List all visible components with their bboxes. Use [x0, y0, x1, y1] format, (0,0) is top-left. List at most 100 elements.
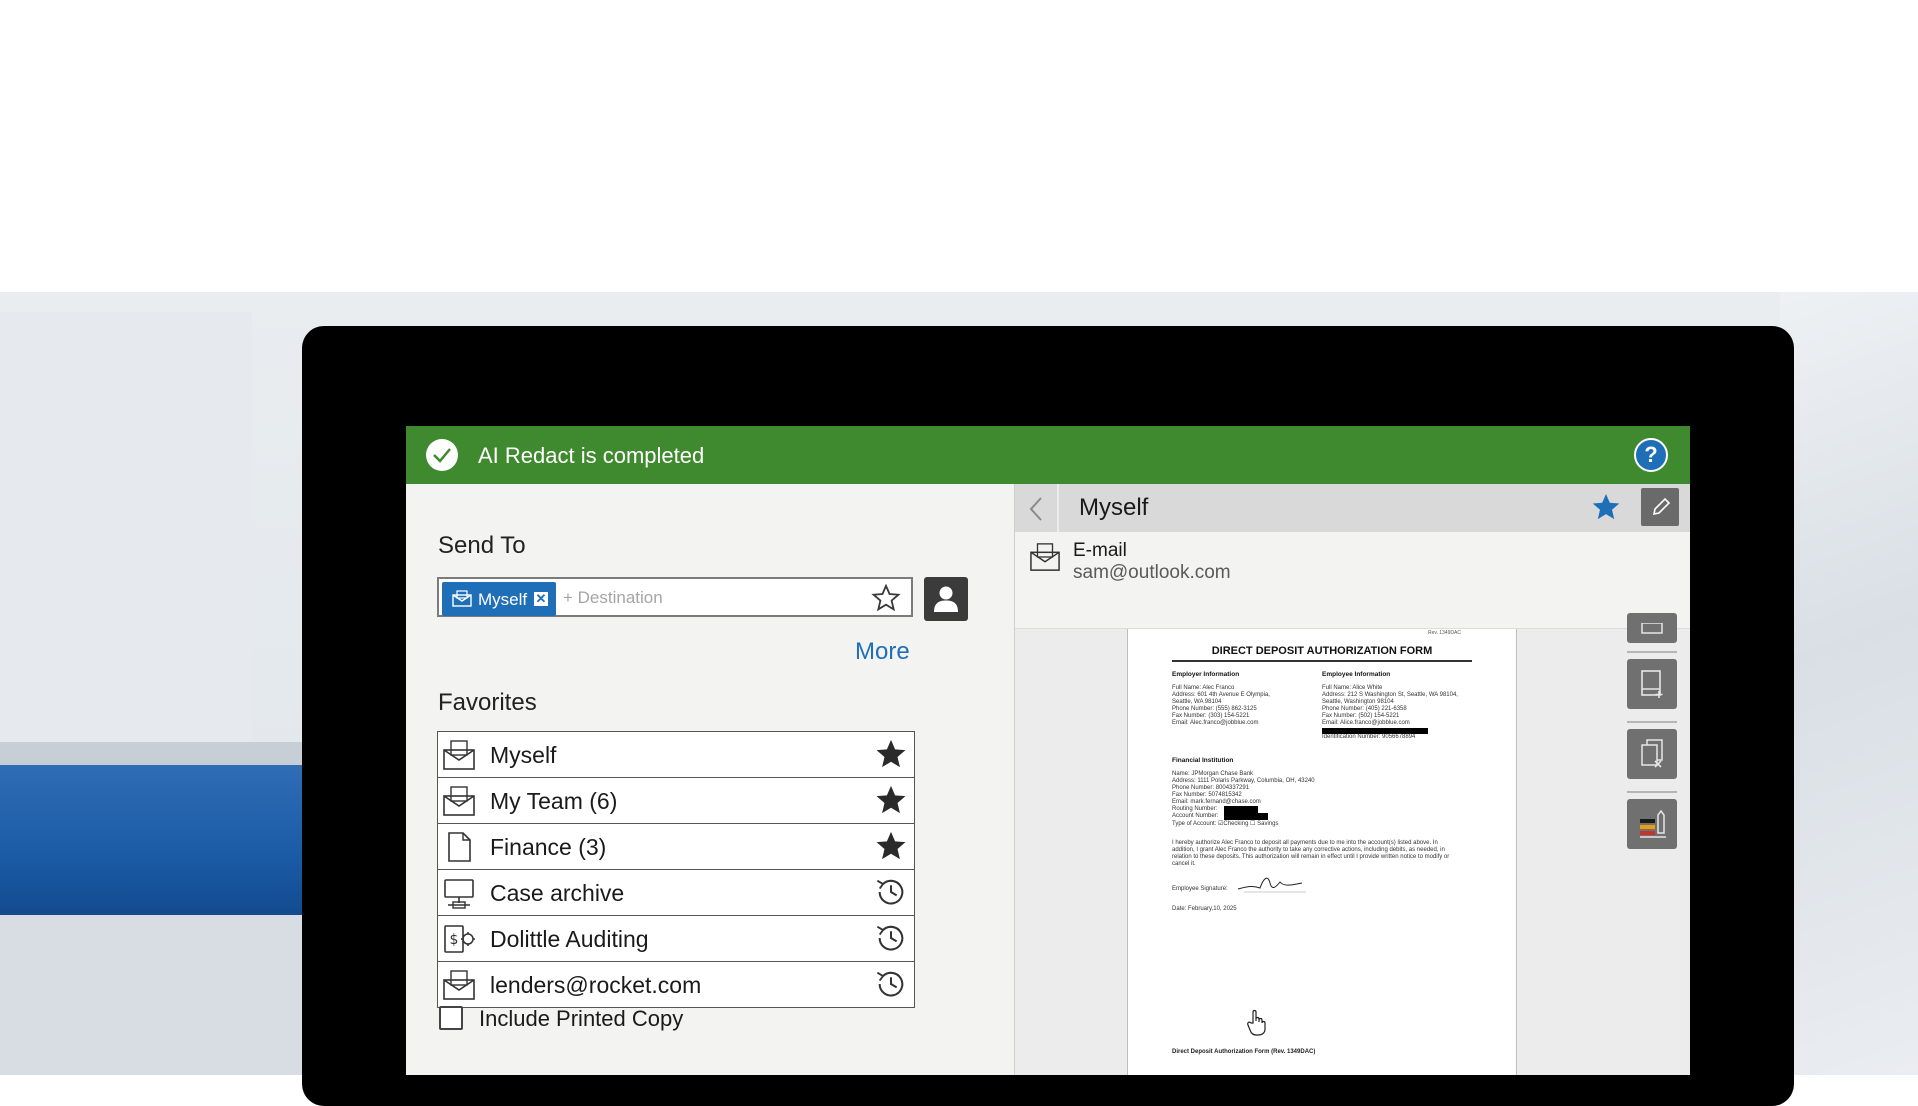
doc-line: Address: 601 4th Avenue E Olympia, [1172, 692, 1270, 698]
tool-button-add-page[interactable] [1627, 659, 1677, 709]
destination-chip-label: Myself [478, 590, 528, 609]
doc-line: Seattle, WA 98104 [1172, 699, 1222, 705]
doc-line: Name: JPMorgan Chase Bank [1172, 771, 1254, 777]
include-printed-copy-checkbox[interactable] [439, 1006, 463, 1030]
doc-line: Employee Signature: [1172, 886, 1228, 892]
pencil-icon [1652, 497, 1671, 516]
doc-line: Phone Number: (555) 862-3125 [1172, 706, 1257, 712]
more-link[interactable]: More [855, 638, 910, 666]
email-icon [443, 740, 475, 770]
destination-detail-panel: Myself E-mail sam@outlook.com Rev. 1349D… [1014, 484, 1690, 1075]
status-banner: AI Redact is completed ? [406, 426, 1690, 484]
doc-title-rule [1172, 660, 1472, 662]
doc-line: addition, I grant Alec Franco the author… [1172, 847, 1445, 853]
doc-line: Type of Account: ☑Checking ☐ Savings [1172, 821, 1279, 827]
doc-footer: Direct Deposit Authorization Form (Rev. … [1172, 1049, 1316, 1055]
destination-input[interactable]: Myself ✕ + Destination [437, 577, 913, 617]
destination-chip[interactable]: Myself ✕ [442, 582, 556, 616]
doc-line: Date: February,10, 2025 [1172, 906, 1237, 912]
check-circle-icon [426, 439, 458, 471]
tool-divider [1627, 721, 1677, 723]
doc-line: Address: 212 S Washington St, Seattle, W… [1322, 692, 1458, 698]
doc-line: Email: Alice.franco@jobblue.com [1322, 720, 1410, 726]
favorite-item-myself[interactable]: Myself [438, 732, 914, 778]
send-to-panel: Send To Myself ✕ + Destination More Favo… [406, 484, 1014, 1075]
star-filled-icon[interactable] [874, 829, 908, 863]
document-page: Rev. 1349DAC DIRECT DEPOSIT AUTHORIZATIO… [1127, 629, 1517, 1075]
history-icon[interactable] [874, 875, 908, 909]
doc-line: I hereby authorize Alec Franco to deposi… [1172, 840, 1438, 846]
tool-button-redact[interactable] [1627, 799, 1677, 849]
banner-message: AI Redact is completed [478, 443, 705, 468]
background-sheen [1780, 292, 1918, 1075]
history-icon[interactable] [874, 967, 908, 1001]
star-filled-icon[interactable] [1590, 492, 1622, 522]
printer-ledge [0, 742, 310, 766]
history-icon[interactable] [874, 921, 908, 955]
favorite-item-my-team[interactable]: My Team (6) [438, 778, 914, 824]
payment-icon: $ [444, 925, 475, 953]
star-filled-icon[interactable] [874, 783, 908, 817]
delete-pages-icon [1641, 739, 1663, 768]
doc-line: cancel it. [1172, 861, 1196, 867]
hand-cursor-icon [1247, 1009, 1266, 1036]
favorite-name: Myself [490, 742, 557, 768]
doc-line: Fax Number: (502) 154-5221 [1322, 713, 1400, 719]
redact-marker-icon [1640, 809, 1666, 838]
scan-icon [1641, 623, 1663, 634]
tool-button-delete-page[interactable] [1627, 729, 1677, 779]
tool-divider [1627, 651, 1677, 653]
doc-line: Routing Number: [1172, 806, 1218, 812]
doc-line: Address: 1111 Polaris Parkway, Columbia,… [1172, 778, 1315, 784]
edit-button[interactable] [1641, 488, 1679, 526]
email-icon [443, 786, 475, 816]
doc-line: Seattle, Washington 98104 [1322, 699, 1394, 705]
touch-screen: AI Redact is completed ? Send To Myself … [406, 426, 1690, 1075]
favorite-item-case-archive[interactable]: Case archive [438, 870, 914, 916]
email-icon [1030, 543, 1060, 571]
doc-financial-heading: Financial Institution [1172, 757, 1234, 764]
star-outline-icon[interactable] [871, 584, 901, 612]
favorite-item-lenders[interactable]: lenders@rocket.com [438, 962, 914, 1007]
email-icon [443, 970, 475, 1000]
doc-line: Fax Number: (303) 154-5221 [1172, 713, 1250, 719]
network-folder-icon [444, 879, 474, 909]
document-icon [448, 832, 471, 862]
star-filled-icon[interactable] [874, 737, 908, 771]
header-divider [1057, 484, 1059, 532]
destination-placeholder: + Destination [563, 588, 663, 607]
redaction-bar [1224, 813, 1268, 820]
svg-text:$: $ [450, 932, 459, 948]
tool-button-scan[interactable] [1627, 613, 1677, 643]
add-page-icon [1641, 670, 1663, 698]
favorite-name: My Team (6) [490, 788, 618, 814]
doc-line: Phone Number: (405) 221-6358 [1322, 706, 1407, 712]
doc-line: Identification Number: 9056678894 [1322, 734, 1416, 740]
favorite-name: lenders@rocket.com [490, 972, 702, 998]
doc-line: Full Name: Alec Franco [1172, 685, 1235, 691]
doc-title: DIRECT DEPOSIT AUTHORIZATION FORM [1211, 645, 1433, 657]
contact-icon [934, 586, 958, 612]
printer-body [0, 915, 310, 1075]
doc-line: relation to these deposits. This authori… [1172, 854, 1450, 860]
document-preview[interactable]: Rev. 1349DAC DIRECT DEPOSIT AUTHORIZATIO… [1015, 613, 1690, 1075]
favorite-item-dolittle-auditing[interactable]: $ Dolittle Auditing [438, 916, 914, 962]
favorites-title: Favorites [438, 689, 537, 716]
doc-line: Email: Alec.franco@jobblue.com [1172, 720, 1259, 726]
back-arrow-icon[interactable] [1027, 496, 1045, 522]
tool-divider [1627, 791, 1677, 793]
email-icon [452, 590, 472, 607]
destination-address: sam@outlook.com [1073, 562, 1231, 583]
favorites-list: Myself My Team (6) Finance (3) Case arch… [437, 731, 915, 1008]
doc-employee-heading: Employee Information [1322, 671, 1391, 678]
help-button[interactable]: ? [1634, 438, 1668, 472]
destination-type: E-mail [1073, 540, 1127, 561]
doc-line: Phone Number: 8004337291 [1172, 785, 1250, 791]
chip-remove-icon[interactable]: ✕ [534, 592, 548, 606]
doc-employer-heading: Employer Information [1172, 671, 1240, 678]
detail-header: Myself [1015, 484, 1690, 532]
favorite-name: Dolittle Auditing [490, 926, 649, 952]
favorite-item-finance[interactable]: Finance (3) [438, 824, 914, 870]
address-book-button[interactable] [924, 577, 968, 621]
favorite-name: Finance (3) [490, 834, 607, 860]
